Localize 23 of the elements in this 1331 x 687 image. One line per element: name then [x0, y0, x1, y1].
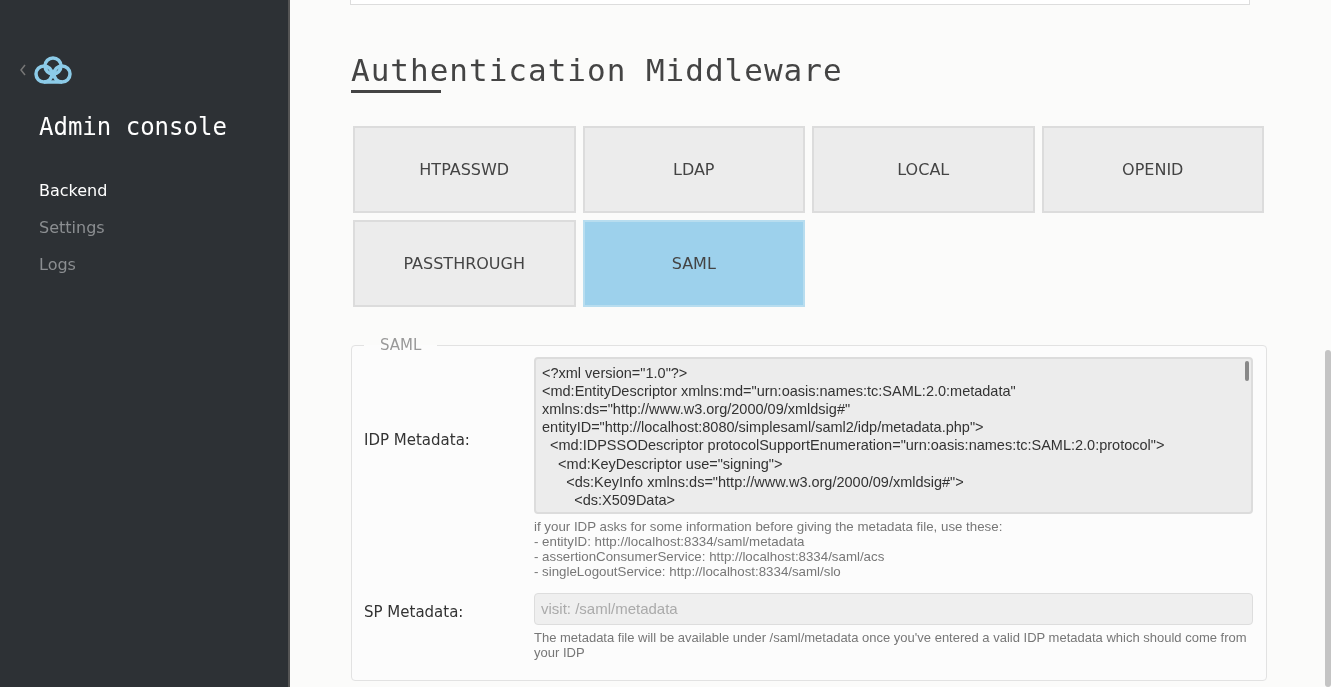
metadata-textarea[interactable]: <?xml version="1.0"?> <md:EntityDescriptor xmlns:md="urn:oasis:names:tc:SAML:2.0:metadata" xmlns:ds="http://www.w3.org/2000/09/xmldsig#" entityID="http://localhost:8080/simplesaml/saml2/idp/metadata.php"> <md:IDPSSODescriptor protocolSupportEnumeration="urn:oasis:names:tc:SAML:2.0:protocol"> <md:KeyDescriptor use="signing"> <ds:KeyInfo xmlns:ds="http://www.w3.org/2000/09/xmldsig#"> <ds:X509Data> — [534, 356, 1253, 514]
field-label: IDP Metadata: — [364, 429, 471, 451]
middleware-option[interactable]: LOCAL — [812, 126, 1035, 213]
back-chevron-icon[interactable] — [19, 63, 27, 77]
help-text: if your IDP asks for some information before giving the metadata file, use these: — [534, 518, 1004, 534]
field-label: SP Metadata: — [364, 601, 465, 623]
sidebar-item[interactable]: Logs — [39, 253, 288, 276]
middleware-option[interactable]: OPENID — [1041, 126, 1264, 213]
help-text: - assertionConsumerService: http://localhost:8334/saml/acs — [534, 548, 886, 564]
help-text: - singleLogoutService: http://localhost:8334/saml/slo — [534, 563, 841, 579]
middleware-option[interactable]: HTPASSWD — [353, 126, 576, 213]
fieldset-legend: SAML — [364, 334, 438, 357]
middleware-option[interactable]: PASSTHROUGH — [353, 220, 576, 307]
cloud-logo-icon — [33, 55, 73, 85]
scrollbar-thumb[interactable] — [1325, 350, 1331, 687]
app-title: Admin console — [39, 112, 228, 143]
help-text: The metadata file will be available under /saml/metadata once you've entered a valid IDP metadata which should come from your IDP — [534, 629, 1248, 660]
middleware-option[interactable]: SAML — [582, 220, 805, 307]
sidebar-item[interactable]: Backend — [39, 179, 288, 202]
section-heading: Authentication Middleware — [351, 52, 844, 88]
help-text: - entityID: http://localhost:8334/saml/metadata — [534, 533, 805, 549]
middleware-option[interactable]: LDAP — [582, 126, 805, 213]
sidebar-item[interactable]: Settings — [39, 216, 288, 239]
